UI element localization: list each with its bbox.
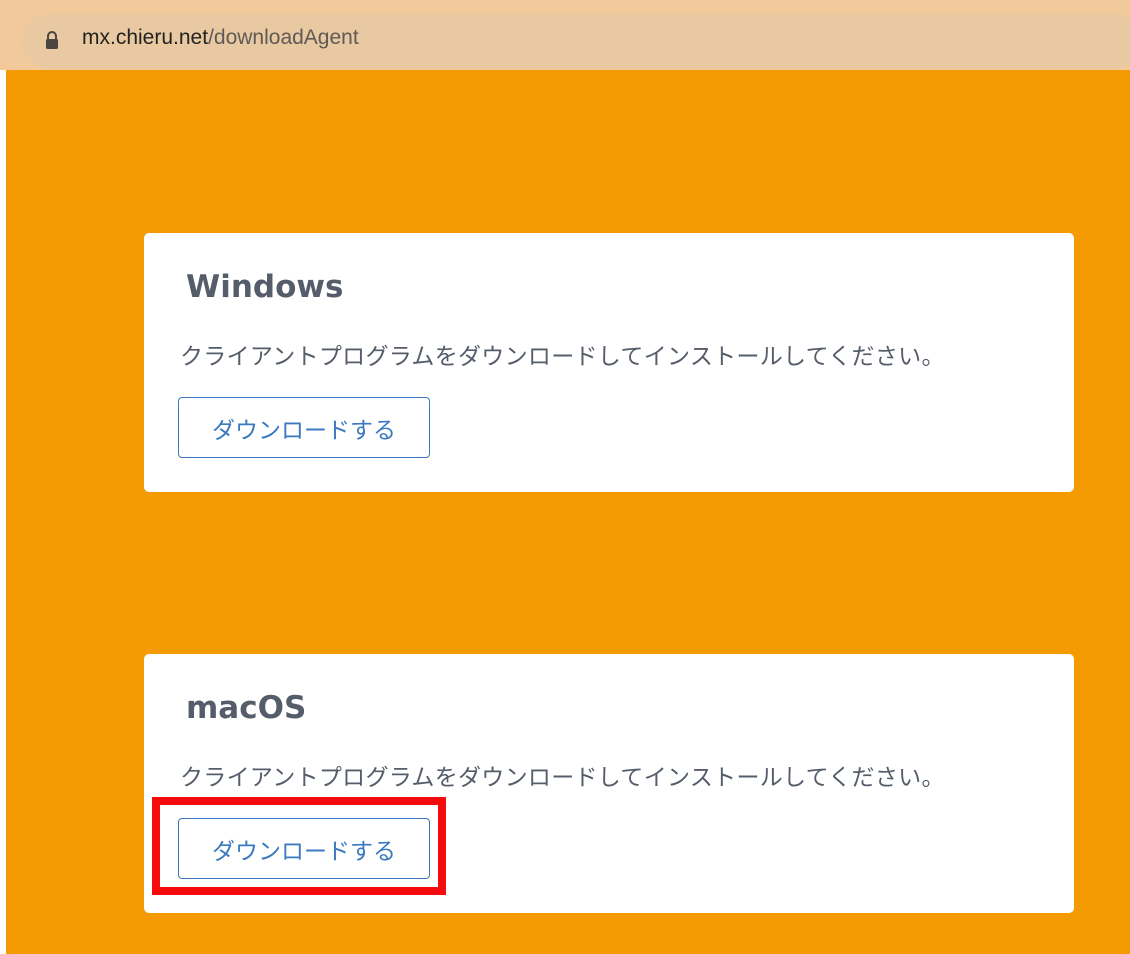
url-text[interactable]: mx.chieru.net/downloadAgent <box>82 26 359 50</box>
windows-download-card: Windows クライアントプログラムをダウンロードしてインストールしてください… <box>144 233 1074 492</box>
lock-icon[interactable] <box>44 30 60 50</box>
card-title-windows: Windows <box>186 269 344 305</box>
url-path: /downloadAgent <box>208 26 359 49</box>
browser-address-bar: mx.chieru.net/downloadAgent <box>0 0 1130 70</box>
card-description-windows: クライアントプログラムをダウンロードしてインストールしてください。 <box>180 344 945 370</box>
card-title-macos: macOS <box>186 690 307 726</box>
card-description-macos: クライアントプログラムをダウンロードしてインストールしてください。 <box>180 765 945 791</box>
highlight-box <box>152 797 446 895</box>
download-button-windows[interactable]: ダウンロードする <box>178 397 430 458</box>
url-host: mx.chieru.net <box>82 26 209 49</box>
